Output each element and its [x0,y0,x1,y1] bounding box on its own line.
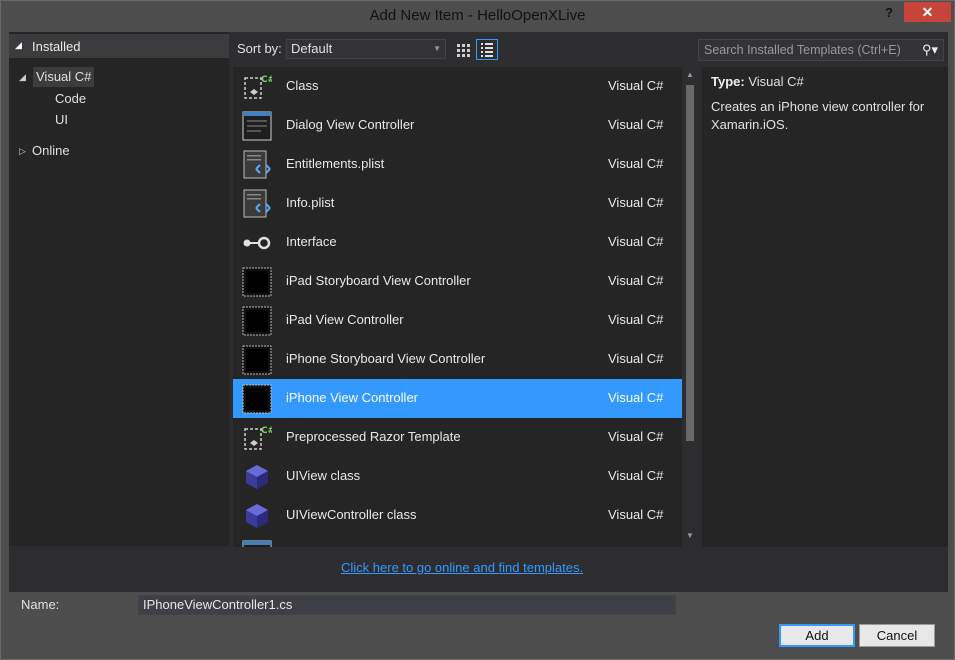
template-language: Visual C# [608,429,664,444]
template-row[interactable]: Entitlements.plist Visual C# [233,145,682,184]
template-list-scrollbar[interactable]: ▲ ▼ [682,67,698,547]
template-row[interactable]: C# Class Visual C# [233,67,682,106]
template-name: iPad View Controller [286,312,404,327]
template-name: Class [286,78,319,93]
template-language: Visual C# [608,390,664,405]
template-row[interactable]: C# Preprocessed Razor Template Visual C# [233,418,682,457]
template-language: Visual C# [608,78,664,93]
template-language: Visual C# [608,312,664,327]
svg-text:C#: C# [261,75,272,85]
template-row[interactable]: iPhone Storyboard View Controller Visual … [233,340,682,379]
grid-view-icon [457,44,470,57]
template-row[interactable]: Info.plist Visual C# [233,184,682,223]
template-name: iPad Storyboard View Controller [286,273,471,288]
template-row[interactable]: UIView class Visual C# [233,457,682,496]
add-button[interactable]: Add [779,624,855,647]
template-row[interactable]: Interface Visual C# [233,223,682,262]
template-language: Visual C# [608,351,664,366]
viewcontroller-icon [242,267,272,297]
template-language: Visual C# [608,468,664,483]
window-title: Add New Item - HelloOpenXLive [369,7,586,24]
template-row[interactable]: iPhone View Controller Visual C# [233,379,682,418]
template-category-tree: ◢ Installed ◢ Visual C# Code UI ▷ Online [9,32,229,546]
tree-node-ui[interactable]: UI [55,110,68,130]
template-name: iPhone Storyboard View Controller [286,351,486,366]
add-new-item-dialog: Add New Item - HelloOpenXLive ? ✕ ◢ Inst… [0,0,955,660]
viewcontroller-icon [242,384,272,414]
close-button[interactable]: ✕ [904,2,951,22]
template-row[interactable]: Dialog View Controller Visual C# [233,106,682,145]
sort-by-value: Default [291,41,333,56]
template-name: UIViewController class [286,507,417,522]
class-icon: C# [242,72,275,102]
template-language: Visual C# [608,156,664,171]
name-label: Name: [21,597,60,612]
tree-node-online[interactable]: Online [32,141,70,161]
cube-icon [242,501,272,531]
cancel-button[interactable]: Cancel [859,624,935,647]
viewcontroller-icon [242,306,272,336]
template-list[interactable]: C# Class Visual C# Dialog View Controller Vi… [233,67,682,547]
scrollbar-thumb[interactable] [686,85,694,441]
class-icon: C# [242,423,275,453]
template-language: Visual C# [608,195,664,210]
template-row[interactable]: UIViewController class Visual C# [233,496,682,535]
title-bar: Add New Item - HelloOpenXLive ? ✕ [1,1,954,31]
template-name: Info.plist [286,195,335,210]
tree-node-visual-csharp[interactable]: Visual C# [33,67,95,87]
dialog-body: ◢ Installed ◢ Visual C# Code UI ▷ Online… [9,32,948,592]
svg-text:C#: C# [261,426,272,436]
tree-header-installed[interactable]: ◢ Installed [9,34,229,58]
interface-icon [242,228,272,258]
template-name: UIView class [286,468,361,483]
help-button[interactable]: ? [879,3,899,23]
template-language: Visual C# [608,117,664,132]
scroll-up-icon[interactable]: ▲ [686,70,694,79]
expand-arrow-icon[interactable]: ▷ [19,146,26,157]
type-value: Visual C# [748,74,804,89]
name-field[interactable]: IPhoneViewController1.cs [138,595,676,615]
sort-by-select[interactable]: Default ▼ [286,39,446,59]
template-row[interactable]: iPad Storyboard View Controller Visual C# [233,262,682,301]
viewcontroller-icon [242,345,272,375]
template-language: Visual C# [608,507,664,522]
tree-node-code[interactable]: Code [55,89,86,109]
template-name: Preprocessed Razor Template [286,429,461,444]
template-name: iPhone View Controller [286,390,418,405]
plist-icon [242,189,272,219]
type-label: Type: [711,74,745,89]
list-view-icon [481,43,493,57]
sort-by-label: Sort by: [237,41,282,56]
cube-icon [242,462,272,492]
expand-arrow-icon[interactable]: ◢ [19,72,26,83]
template-type: Type: Visual C# [711,74,804,89]
plist-icon [242,150,272,180]
dialog-icon [242,111,272,141]
search-placeholder: Search Installed Templates (Ctrl+E) [704,43,901,57]
template-language: Visual C# [608,273,664,288]
template-language: Visual C# [608,234,664,249]
template-details-pane: Type: Visual C# Creates an iPhone view c… [702,67,948,547]
template-name: Interface [286,234,337,249]
medium-icons-view-button[interactable] [452,39,474,60]
template-name: Dialog View Controller [286,117,415,132]
search-icon[interactable]: ⚲▾ [922,42,938,58]
template-description: Creates an iPhone view controller for Xa… [711,99,925,132]
chevron-down-icon: ▼ [433,44,441,53]
search-templates-input[interactable]: Search Installed Templates (Ctrl+E) ⚲▾ [698,39,944,61]
collapse-arrow-icon[interactable]: ◢ [15,40,22,51]
template-row[interactable]: iPad View Controller Visual C# [233,301,682,340]
online-templates-link[interactable]: Click here to go online and find templat… [341,560,583,575]
scroll-down-icon[interactable]: ▼ [686,531,694,540]
dialog-icon [242,540,272,547]
template-name: Entitlements.plist [286,156,385,171]
template-row-partial[interactable] [233,535,682,547]
list-view-button[interactable] [476,39,498,60]
